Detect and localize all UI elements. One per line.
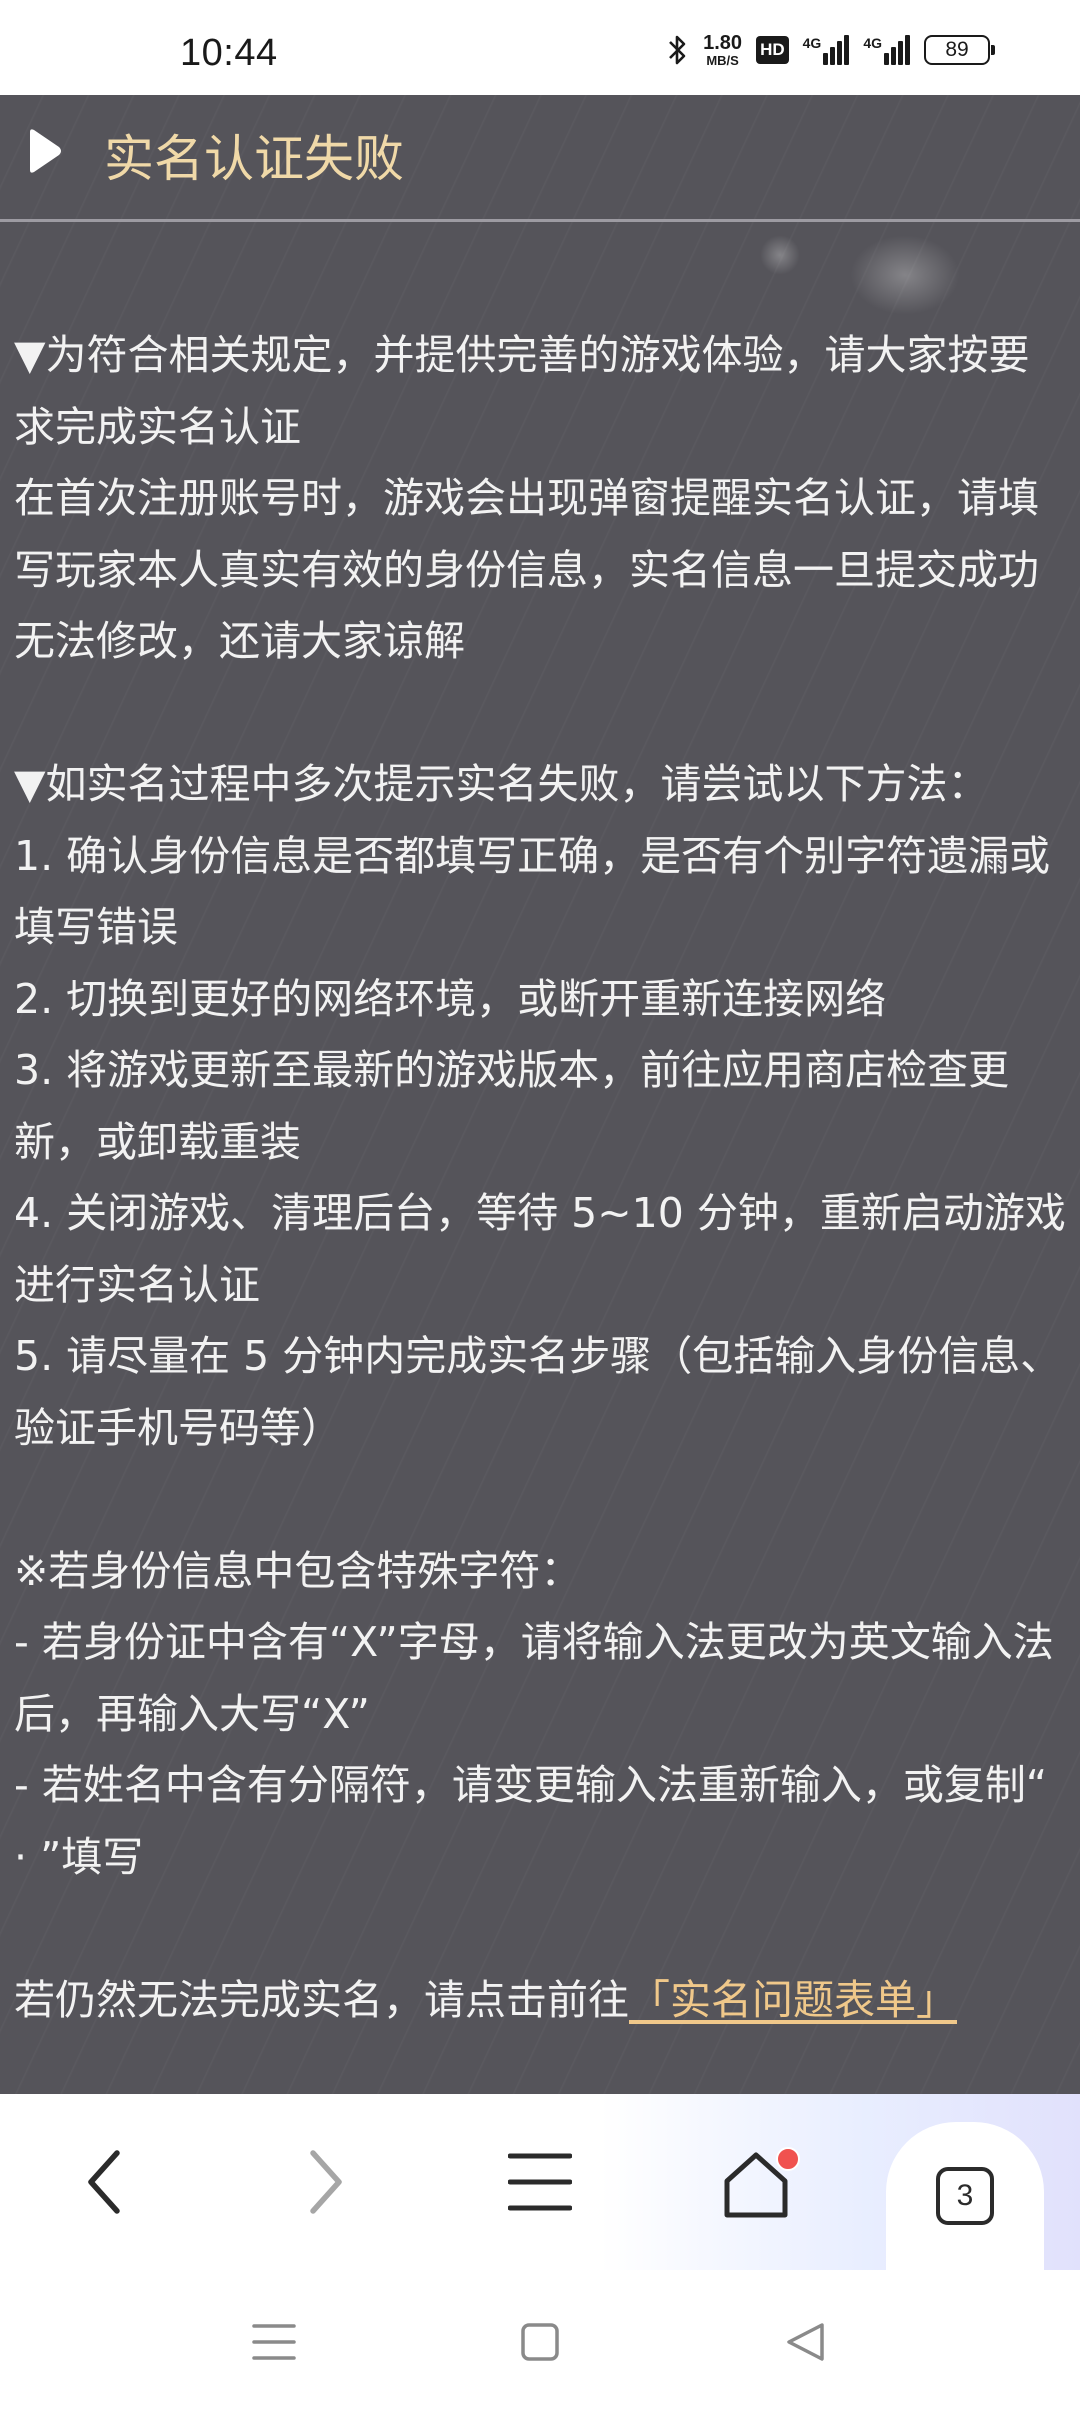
- hamburger-menu-icon: [507, 2150, 573, 2218]
- back-button[interactable]: [66, 2144, 146, 2224]
- article-panel: 实名认证失败 ▼为符合相关规定，并提供完善的游戏体验，请大家按要求完成实名认证 …: [0, 95, 1080, 2094]
- article-body: ▼为符合相关规定，并提供完善的游戏体验，请大家按要求完成实名认证 在首次注册账号…: [14, 320, 1070, 2036]
- raindrop-decoration: [760, 235, 800, 275]
- special-item: - 若身份证中含有“X”字母，请将输入法更改为英文输入法后，再输入大写“X”: [14, 1618, 1054, 1738]
- article-title: 实名认证失败: [104, 130, 404, 188]
- network-speed-value: 1.80: [703, 32, 743, 54]
- status-bar: 10:44 1.80 MB/S HD 4G 4G 89: [0, 0, 1080, 95]
- menu-button[interactable]: [500, 2144, 580, 2224]
- recents-icon: [252, 2322, 296, 2366]
- play-triangle-icon: [24, 126, 64, 180]
- sim1-network-type: 4G: [802, 35, 822, 51]
- closing-text: 若仍然无法完成实名，请点击前往: [14, 1975, 629, 2024]
- status-time: 10:44: [180, 32, 278, 74]
- network-speed-unit: MB/S: [706, 53, 739, 68]
- step-item: 3. 将游戏更新至最新的游戏版本，前往应用商店检查更新，或卸载重装: [14, 1046, 1010, 1166]
- battery-level: 89: [945, 38, 969, 61]
- home-icon: [721, 2147, 800, 2219]
- forward-button[interactable]: [284, 2144, 364, 2224]
- battery-icon: 89: [924, 35, 995, 65]
- special-item: - 若姓名中含有分隔符，请变更输入法重新输入，或复制“ · ”填写: [14, 1761, 1061, 1881]
- tab-count-icon: 3: [936, 2167, 994, 2225]
- step-item: 1. 确认身份信息是否都填写正确，是否有个别字符遗漏或填写错误: [14, 831, 1051, 952]
- system-home-button[interactable]: [510, 2314, 570, 2374]
- home-button[interactable]: [716, 2144, 800, 2224]
- square-home-icon: [520, 2322, 560, 2366]
- notification-dot: [776, 2147, 800, 2171]
- network-speed: 1.80 MB/S: [703, 33, 742, 67]
- sim2-network-type: 4G: [863, 35, 882, 51]
- article-header: 实名认证失败: [0, 95, 1080, 222]
- system-navigation-bar: [0, 2270, 1080, 2412]
- step-item: 2. 切换到更好的网络环境，或断开重新连接网络: [14, 974, 887, 1023]
- intro-detail-paragraph: 在首次注册账号时，游戏会出现弹窗提醒实名认证，请填写玩家本人真实有效的身份信息，…: [14, 474, 1039, 665]
- step-item: 4. 关闭游戏、清理后台，等待 5~10 分钟，重新启动游戏进行实名认证: [14, 1189, 1066, 1309]
- intro-paragraph: ▼为符合相关规定，并提供完善的游戏体验，请大家按要求完成实名认证: [14, 331, 1030, 451]
- status-icons: 1.80 MB/S HD 4G 4G 89: [667, 30, 995, 70]
- hd-voice-icon: HD: [756, 36, 789, 64]
- signal-sim2-icon: 4G: [863, 35, 910, 65]
- signal-sim1-icon: 4G: [803, 35, 850, 65]
- form-link[interactable]: 「实名问题表单」: [629, 1976, 957, 2024]
- triangle-back-icon: [784, 2320, 828, 2368]
- browser-toolbar: 3: [0, 2094, 1080, 2270]
- step-item: 5. 请尽量在 5 分钟内完成实名步骤（包括输入身份信息、验证手机号码等）: [14, 1332, 1062, 1452]
- chevron-left-icon: [81, 2147, 131, 2221]
- recents-button[interactable]: [244, 2314, 304, 2374]
- system-back-button[interactable]: [776, 2314, 836, 2374]
- closing-paragraph: 若仍然无法完成实名，请点击前往「实名问题表单」: [14, 1965, 1070, 2037]
- raindrop-decoration: [850, 235, 960, 315]
- special-characters-heading: ※若身份信息中包含特殊字符：: [14, 1546, 582, 1595]
- tab-count: 3: [956, 2179, 974, 2212]
- chevron-right-icon: [299, 2147, 349, 2221]
- bluetooth-icon: [667, 32, 689, 68]
- troubleshoot-heading: ▼如实名过程中多次提示实名失败，请尝试以下方法：: [14, 760, 989, 808]
- tabs-button[interactable]: 3: [886, 2122, 1044, 2270]
